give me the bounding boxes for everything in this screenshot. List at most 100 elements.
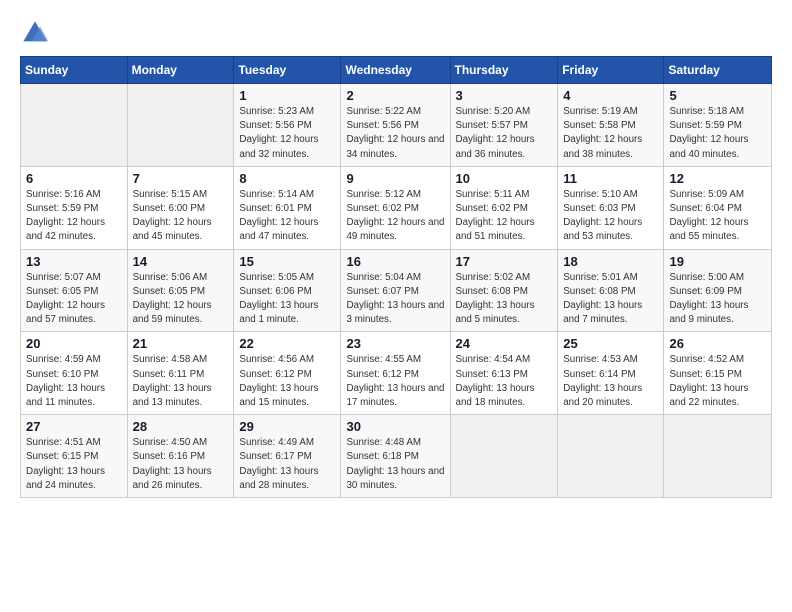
day-detail: Sunrise: 5:01 AMSunset: 6:08 PMDaylight:… [563, 271, 658, 328]
calendar-cell: 26 Sunrise: 4:52 AMSunset: 6:15 PMDayligh… [664, 332, 772, 415]
day-number: 29 [239, 419, 335, 434]
day-detail: Sunrise: 5:04 AMSunset: 6:07 PMDaylight:… [346, 271, 444, 328]
calendar-week-row: 27 Sunrise: 4:51 AMSunset: 6:15 PMDayligh… [21, 415, 772, 498]
day-number: 14 [133, 254, 229, 269]
weekday-header: Sunday [21, 57, 128, 84]
day-detail: Sunrise: 5:02 AMSunset: 6:08 PMDaylight:… [456, 271, 553, 328]
day-detail: Sunrise: 5:00 AMSunset: 6:09 PMDaylight:… [669, 271, 766, 328]
calendar-cell: 11 Sunrise: 5:10 AMSunset: 6:03 PMDayligh… [558, 166, 664, 249]
calendar-week-row: 13 Sunrise: 5:07 AMSunset: 6:05 PMDayligh… [21, 249, 772, 332]
calendar-cell [558, 415, 664, 498]
day-number: 15 [239, 254, 335, 269]
calendar-cell: 3Sunrise: 5:20 AMSunset: 5:57 PMDaylight… [450, 84, 558, 167]
calendar-cell: 8 Sunrise: 5:14 AMSunset: 6:01 PMDaylight… [234, 166, 341, 249]
calendar-cell: 29 Sunrise: 4:49 AMSunset: 6:17 PMDayligh… [234, 415, 341, 498]
day-number: 10 [456, 171, 553, 186]
calendar-cell: 15 Sunrise: 5:05 AMSunset: 6:06 PMDayligh… [234, 249, 341, 332]
header [20, 18, 772, 48]
calendar-cell [127, 84, 234, 167]
day-number: 2 [346, 88, 444, 103]
weekday-header: Friday [558, 57, 664, 84]
day-number: 26 [669, 336, 766, 351]
day-detail: Sunrise: 5:16 AMSunset: 5:59 PMDaylight:… [26, 188, 122, 245]
calendar-week-row: 1Sunrise: 5:23 AMSunset: 5:56 PMDaylight… [21, 84, 772, 167]
weekday-header: Monday [127, 57, 234, 84]
calendar-cell: 17 Sunrise: 5:02 AMSunset: 6:08 PMDayligh… [450, 249, 558, 332]
calendar-cell: 20 Sunrise: 4:59 AMSunset: 6:10 PMDayligh… [21, 332, 128, 415]
calendar-cell: 13 Sunrise: 5:07 AMSunset: 6:05 PMDayligh… [21, 249, 128, 332]
day-number: 28 [133, 419, 229, 434]
day-detail: Sunrise: 4:55 AMSunset: 6:12 PMDaylight:… [346, 353, 444, 410]
calendar-cell: 1Sunrise: 5:23 AMSunset: 5:56 PMDaylight… [234, 84, 341, 167]
calendar-cell [664, 415, 772, 498]
day-number: 11 [563, 171, 658, 186]
weekday-header-row: SundayMondayTuesdayWednesdayThursdayFrid… [21, 57, 772, 84]
day-detail: Sunrise: 4:51 AMSunset: 6:15 PMDaylight:… [26, 436, 122, 493]
day-detail: Sunrise: 4:50 AMSunset: 6:16 PMDaylight:… [133, 436, 229, 493]
day-number: 24 [456, 336, 553, 351]
calendar-cell: 6 Sunrise: 5:16 AMSunset: 5:59 PMDaylight… [21, 166, 128, 249]
day-detail: Sunrise: 4:56 AMSunset: 6:12 PMDaylight:… [239, 353, 335, 410]
day-detail: Sunrise: 5:18 AMSunset: 5:59 PMDaylight:… [669, 105, 766, 162]
day-number: 20 [26, 336, 122, 351]
day-number: 18 [563, 254, 658, 269]
logo-icon [20, 18, 50, 48]
day-detail: Sunrise: 5:10 AMSunset: 6:03 PMDaylight:… [563, 188, 658, 245]
calendar-cell [450, 415, 558, 498]
day-detail: Sunrise: 5:05 AMSunset: 6:06 PMDaylight:… [239, 271, 335, 328]
day-detail: Sunrise: 4:53 AMSunset: 6:14 PMDaylight:… [563, 353, 658, 410]
calendar-cell: 30Sunrise: 4:48 AMSunset: 6:18 PMDayligh… [341, 415, 450, 498]
day-number: 5 [669, 88, 766, 103]
day-number: 13 [26, 254, 122, 269]
day-number: 19 [669, 254, 766, 269]
weekday-header: Wednesday [341, 57, 450, 84]
day-number: 17 [456, 254, 553, 269]
calendar-cell: 2Sunrise: 5:22 AMSunset: 5:56 PMDaylight… [341, 84, 450, 167]
day-number: 16 [346, 254, 444, 269]
day-detail: Sunrise: 5:12 AMSunset: 6:02 PMDaylight:… [346, 188, 444, 245]
calendar-cell: 14 Sunrise: 5:06 AMSunset: 6:05 PMDayligh… [127, 249, 234, 332]
day-detail: Sunrise: 5:14 AMSunset: 6:01 PMDaylight:… [239, 188, 335, 245]
day-detail: Sunrise: 4:54 AMSunset: 6:13 PMDaylight:… [456, 353, 553, 410]
calendar-cell [21, 84, 128, 167]
day-number: 25 [563, 336, 658, 351]
day-number: 22 [239, 336, 335, 351]
page: SundayMondayTuesdayWednesdayThursdayFrid… [0, 0, 792, 612]
day-detail: Sunrise: 4:59 AMSunset: 6:10 PMDaylight:… [26, 353, 122, 410]
calendar-table: SundayMondayTuesdayWednesdayThursdayFrid… [20, 56, 772, 498]
calendar-cell: 27 Sunrise: 4:51 AMSunset: 6:15 PMDayligh… [21, 415, 128, 498]
day-number: 12 [669, 171, 766, 186]
day-number: 21 [133, 336, 229, 351]
calendar-cell: 5 Sunrise: 5:18 AMSunset: 5:59 PMDaylight… [664, 84, 772, 167]
calendar-week-row: 6 Sunrise: 5:16 AMSunset: 5:59 PMDaylight… [21, 166, 772, 249]
day-number: 8 [239, 171, 335, 186]
day-number: 30 [346, 419, 444, 434]
day-detail: Sunrise: 5:07 AMSunset: 6:05 PMDaylight:… [26, 271, 122, 328]
day-number: 1 [239, 88, 335, 103]
calendar-cell: 16 Sunrise: 5:04 AMSunset: 6:07 PMDayligh… [341, 249, 450, 332]
day-number: 9 [346, 171, 444, 186]
calendar-cell: 12 Sunrise: 5:09 AMSunset: 6:04 PMDayligh… [664, 166, 772, 249]
day-detail: Sunrise: 5:06 AMSunset: 6:05 PMDaylight:… [133, 271, 229, 328]
weekday-header: Tuesday [234, 57, 341, 84]
day-detail: Sunrise: 4:49 AMSunset: 6:17 PMDaylight:… [239, 436, 335, 493]
calendar-cell: 19 Sunrise: 5:00 AMSunset: 6:09 PMDayligh… [664, 249, 772, 332]
day-detail: Sunrise: 5:11 AMSunset: 6:02 PMDaylight:… [456, 188, 553, 245]
calendar-cell: 28 Sunrise: 4:50 AMSunset: 6:16 PMDayligh… [127, 415, 234, 498]
weekday-header: Saturday [664, 57, 772, 84]
day-detail: Sunrise: 4:58 AMSunset: 6:11 PMDaylight:… [133, 353, 229, 410]
weekday-header: Thursday [450, 57, 558, 84]
calendar-cell: 18 Sunrise: 5:01 AMSunset: 6:08 PMDayligh… [558, 249, 664, 332]
calendar-cell: 10 Sunrise: 5:11 AMSunset: 6:02 PMDayligh… [450, 166, 558, 249]
calendar-cell: 7Sunrise: 5:15 AMSunset: 6:00 PMDaylight… [127, 166, 234, 249]
day-number: 6 [26, 171, 122, 186]
day-number: 7 [133, 171, 229, 186]
day-number: 27 [26, 419, 122, 434]
calendar-cell: 24 Sunrise: 4:54 AMSunset: 6:13 PMDayligh… [450, 332, 558, 415]
day-number: 3 [456, 88, 553, 103]
day-number: 4 [563, 88, 658, 103]
calendar-cell: 23Sunrise: 4:55 AMSunset: 6:12 PMDayligh… [341, 332, 450, 415]
day-detail: Sunrise: 5:09 AMSunset: 6:04 PMDaylight:… [669, 188, 766, 245]
logo [20, 18, 54, 48]
day-detail: Sunrise: 4:52 AMSunset: 6:15 PMDaylight:… [669, 353, 766, 410]
